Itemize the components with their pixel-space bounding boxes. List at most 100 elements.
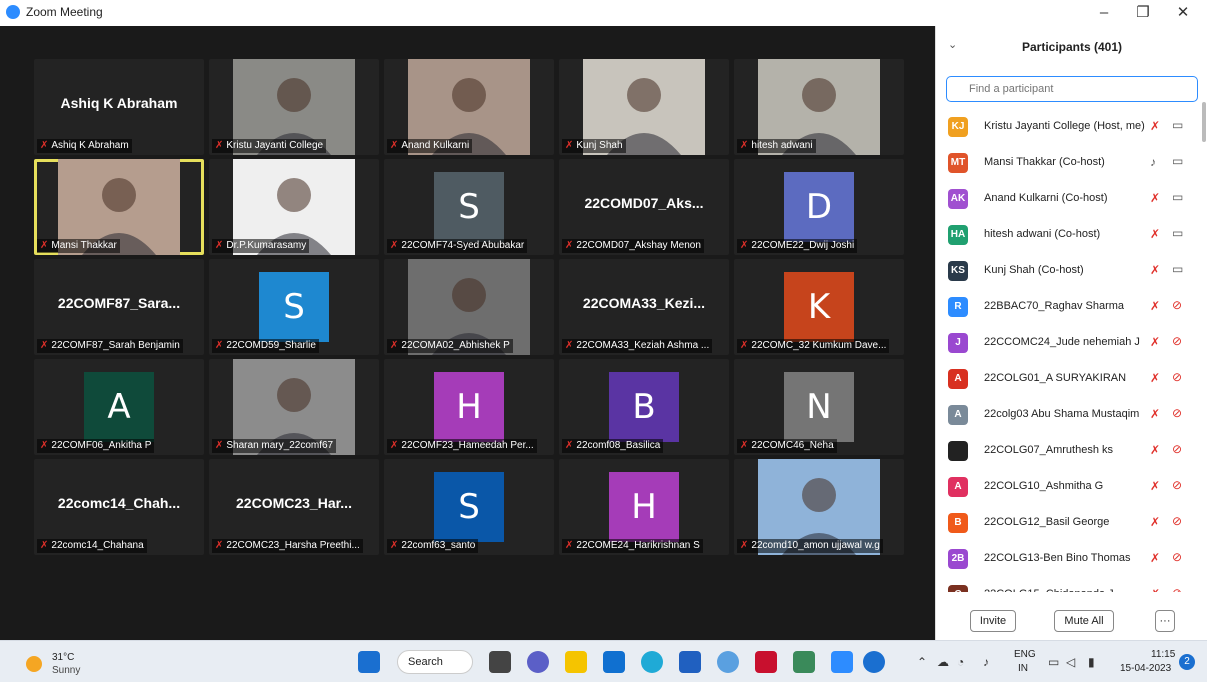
language-region[interactable]: IN <box>1018 663 1028 674</box>
muted-mic-icon[interactable]: ✗ <box>1150 263 1160 277</box>
video-off-icon[interactable]: ⊘ <box>1172 298 1182 312</box>
participant-row[interactable]: 2B 22COLG13-Ben Bino Thomas ✗ ⊘ <box>936 542 1198 578</box>
video-tile[interactable]: ✗ Kunj Shah <box>559 59 729 155</box>
video-tile[interactable]: ✗ Kristu Jayanti College <box>209 59 379 155</box>
participant-row[interactable]: AK Anand Kulkarni (Co-host) ✗ ▭ <box>936 182 1198 218</box>
clock-date[interactable]: 15-04-2023 <box>1120 663 1171 674</box>
microphone-icon[interactable]: ♪ <box>983 655 989 669</box>
video-tile[interactable]: Ashiq K Abraham ✗ Ashiq K Abraham <box>34 59 204 155</box>
chat-icon[interactable] <box>527 651 549 673</box>
muted-mic-icon[interactable]: ✗ <box>1150 515 1160 529</box>
video-tile[interactable]: H ✗ 22COMF23_Hameedah Per... <box>384 359 554 455</box>
muted-mic-icon[interactable]: ✗ <box>1150 335 1160 349</box>
invite-button[interactable]: Invite <box>970 610 1016 632</box>
clock-time[interactable]: 11:15 <box>1151 649 1175 660</box>
photos-icon[interactable] <box>793 651 815 673</box>
muted-mic-icon[interactable]: ✗ <box>1150 227 1160 241</box>
video-off-icon[interactable]: ⊘ <box>1172 586 1182 592</box>
video-tile[interactable]: ✗ Sharan mary_22comf67 <box>209 359 379 455</box>
participant-row[interactable]: KS Kunj Shah (Co-host) ✗ ▭ <box>936 254 1198 290</box>
volume-icon[interactable]: ◁ <box>1066 655 1075 669</box>
video-tile[interactable]: ✗ Anand Kulkarni <box>384 59 554 155</box>
mute-all-button[interactable]: Mute All <box>1054 610 1114 632</box>
video-tile[interactable]: ✗ 22comd10_amon ujjawal w.g <box>734 459 904 555</box>
video-off-icon[interactable]: ⊘ <box>1172 334 1182 348</box>
task-view-icon[interactable] <box>489 651 511 673</box>
video-off-icon[interactable]: ⊘ <box>1172 514 1182 528</box>
participant-row[interactable]: R 22BBAC70_Raghav Sharma ✗ ⊘ <box>936 290 1198 326</box>
video-tile[interactable]: N ✗ 22COMC46_Neha <box>734 359 904 455</box>
video-tile[interactable]: S ✗ 22COMF74-Syed Abubakar <box>384 159 554 255</box>
video-tile[interactable]: ✗ hitesh adwani <box>734 59 904 155</box>
participant-row[interactable]: A 22COLG10_Ashmitha G ✗ ⊘ <box>936 470 1198 506</box>
video-tile[interactable]: 22COMC23_Har... ✗ 22COMC23_Harsha Preethi.… <box>209 459 379 555</box>
participant-row[interactable]: HA hitesh adwani (Co-host) ✗ ▭ <box>936 218 1198 254</box>
muted-mic-icon[interactable]: ✗ <box>1150 119 1160 133</box>
display-icon[interactable]: ▭ <box>1048 655 1059 669</box>
muted-mic-icon[interactable]: ✗ <box>1150 371 1160 385</box>
participant-search-input[interactable] <box>946 76 1198 102</box>
sun-icon[interactable] <box>26 656 42 672</box>
video-off-icon[interactable]: ⊘ <box>1172 370 1182 384</box>
start-windows-icon[interactable] <box>358 651 380 673</box>
participant-row[interactable]: A 22COLG01_A SURYAKIRAN ✗ ⊘ <box>936 362 1198 398</box>
video-tile[interactable]: K ✗ 22COMC_32 Kumkum Dave... <box>734 259 904 355</box>
participant-row[interactable]: MT Mansi Thakkar (Co-host) ♪ ▭ <box>936 146 1198 182</box>
participant-row[interactable]: C 22COLG15_Chidananda J ✗ ⊘ <box>936 578 1198 592</box>
muted-mic-icon[interactable]: ✗ <box>1150 299 1160 313</box>
participant-row[interactable]: 22COLG07_Amruthesh ks ✗ ⊘ <box>936 434 1198 470</box>
video-tile[interactable]: 22COMD07_Aks... ✗ 22COMD07_Akshay Menon <box>559 159 729 255</box>
muted-mic-icon[interactable]: ✗ <box>1150 551 1160 565</box>
notification-badge[interactable]: 2 <box>1179 654 1195 670</box>
video-off-icon[interactable]: ⊘ <box>1172 478 1182 492</box>
participant-row[interactable]: A 22colg03 Abu Shama Mustaqim ✗ ⊘ <box>936 398 1198 434</box>
video-tile[interactable]: ✗ 22COMA02_Abhishek P <box>384 259 554 355</box>
outlook-icon[interactable] <box>603 651 625 673</box>
language-indicator[interactable]: ENG <box>1014 649 1036 660</box>
minimize-button[interactable]: – <box>1084 2 1124 24</box>
video-tile[interactable]: S ✗ 22comf63_santo <box>384 459 554 555</box>
video-off-icon[interactable]: ⊘ <box>1172 442 1182 456</box>
participant-row[interactable]: B 22COLG12_Basil George ✗ ⊘ <box>936 506 1198 542</box>
battery-icon[interactable]: ▮ <box>1088 655 1095 669</box>
video-camera-icon[interactable]: ▭ <box>1172 154 1183 168</box>
video-camera-icon[interactable]: ▭ <box>1172 226 1183 240</box>
muted-mic-icon[interactable]: ✗ <box>1150 443 1160 457</box>
video-tile[interactable]: H ✗ 22COME24_Harikrishnan S <box>559 459 729 555</box>
participant-list-scrollbar[interactable] <box>1202 102 1206 142</box>
video-tile[interactable]: 22COMA33_Kezi... ✗ 22COMA33_Keziah Ashma .… <box>559 259 729 355</box>
mcafee-icon[interactable] <box>755 651 777 673</box>
chrome-icon[interactable] <box>717 651 739 673</box>
video-tile[interactable]: B ✗ 22comf08_Basilica <box>559 359 729 455</box>
video-tile[interactable]: ✗ Dr.P.Kumarasamy <box>209 159 379 255</box>
tray-chevron-icon[interactable]: ⌃ <box>917 655 927 669</box>
store-icon[interactable] <box>679 651 701 673</box>
taskbar-search-box[interactable]: Search <box>397 650 473 674</box>
muted-mic-icon[interactable]: ✗ <box>1150 191 1160 205</box>
muted-mic-icon[interactable]: ✗ <box>1150 407 1160 421</box>
video-tile[interactable]: S ✗ 22COMD59_Sharlie <box>209 259 379 355</box>
meet-icon[interactable] <box>863 651 885 673</box>
muted-mic-icon[interactable]: ✗ <box>1150 479 1160 493</box>
onedrive-icon[interactable]: ☁ <box>937 655 949 669</box>
close-button[interactable]: ✕ <box>1163 2 1203 24</box>
video-camera-icon[interactable]: ▭ <box>1172 190 1183 204</box>
maximize-button[interactable]: ❐ <box>1123 2 1163 24</box>
video-tile[interactable]: A ✗ 22COMF06_Ankitha P <box>34 359 204 455</box>
security-icon[interactable]: ◔ <box>957 655 964 669</box>
more-options-button[interactable]: ··· <box>1155 610 1175 632</box>
video-tile[interactable]: 22comc14_Chah... ✗ 22comc14_Chahana <box>34 459 204 555</box>
file-explorer-icon[interactable] <box>565 651 587 673</box>
video-camera-icon[interactable]: ▭ <box>1172 262 1183 276</box>
video-off-icon[interactable]: ⊘ <box>1172 406 1182 420</box>
muted-mic-icon[interactable]: ✗ <box>1150 587 1160 592</box>
video-off-icon[interactable]: ⊘ <box>1172 550 1182 564</box>
zoom-taskbar-icon[interactable] <box>831 651 853 673</box>
video-tile[interactable]: D ✗ 22COME22_Dwij Joshi <box>734 159 904 255</box>
mic-icon[interactable]: ♪ <box>1150 155 1156 169</box>
edge-browser-icon[interactable] <box>641 651 663 673</box>
participant-row[interactable]: KJ Kristu Jayanti College (Host, me) ✗ ▭ <box>936 110 1198 146</box>
video-tile[interactable]: 22COMF87_Sara... ✗ 22COMF87_Sarah Benjamin <box>34 259 204 355</box>
video-camera-icon[interactable]: ▭ <box>1172 118 1183 132</box>
video-tile[interactable]: ✗ Mansi Thakkar <box>34 159 204 255</box>
